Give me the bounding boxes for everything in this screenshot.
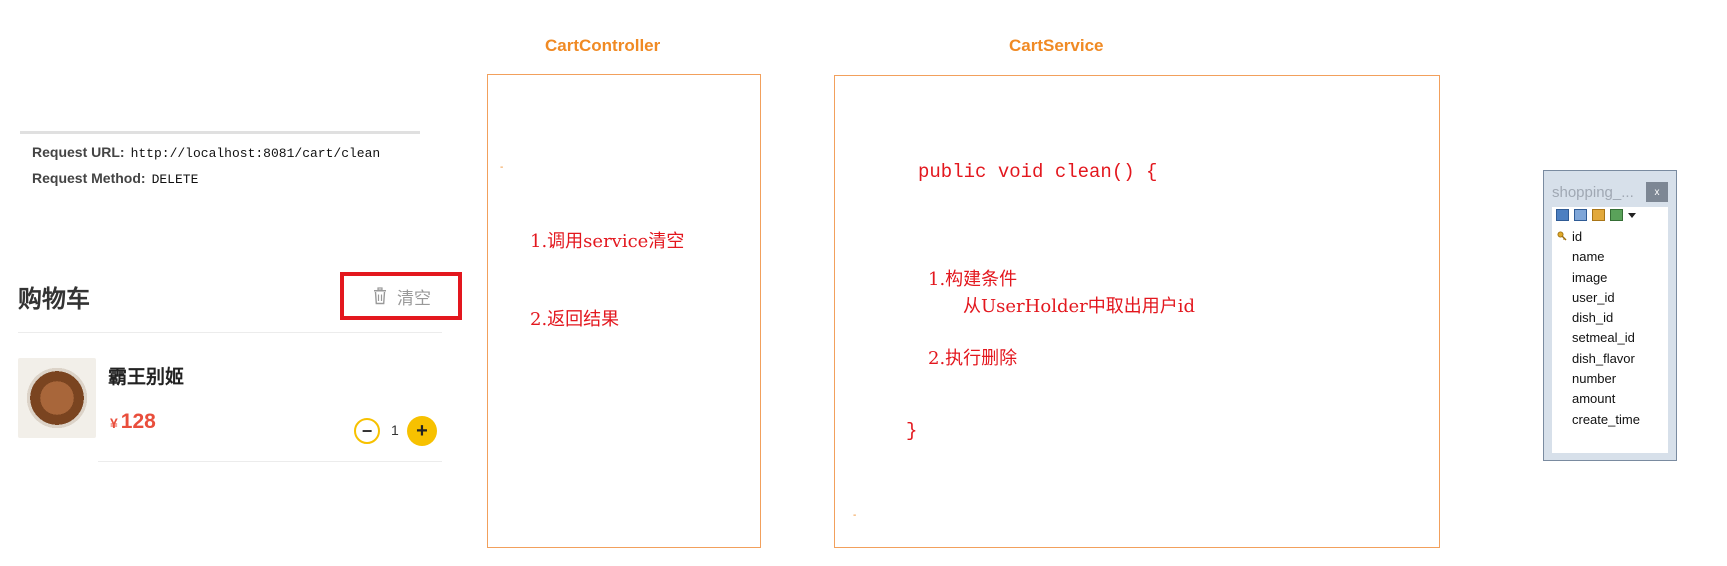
db-field[interactable]: image bbox=[1552, 268, 1640, 288]
service-step-1-detail: 从UserHolder中取出用户id bbox=[963, 296, 1196, 317]
service-title: CartService bbox=[1009, 36, 1104, 55]
trash-icon bbox=[374, 287, 386, 305]
table-export-icon[interactable] bbox=[1610, 209, 1623, 221]
clear-cart-label: 清空 bbox=[397, 288, 431, 308]
db-field-name: dish_id bbox=[1572, 310, 1614, 326]
price-value: 128 bbox=[120, 410, 156, 433]
controller-step-1: 1.调用service清空 bbox=[530, 231, 685, 252]
db-field[interactable]: id bbox=[1552, 227, 1640, 247]
db-toolbar bbox=[1556, 209, 1636, 221]
item-divider bbox=[98, 461, 442, 462]
controller-step-2: 2.返回结果 bbox=[530, 309, 620, 330]
db-field[interactable]: create_time bbox=[1552, 410, 1640, 430]
db-field-name: image bbox=[1572, 269, 1608, 285]
request-method-row: Request Method: DELETE bbox=[20, 166, 420, 192]
controller-box bbox=[487, 74, 761, 548]
db-field-name: name bbox=[1572, 249, 1605, 265]
db-field[interactable]: dish_id bbox=[1552, 308, 1640, 328]
request-method-value: DELETE bbox=[151, 172, 199, 187]
dish-image bbox=[18, 358, 96, 438]
db-field[interactable]: setmeal_id bbox=[1552, 328, 1640, 348]
table-copy-icon[interactable] bbox=[1574, 209, 1587, 221]
close-icon[interactable]: x bbox=[1646, 182, 1668, 202]
plus-icon[interactable]: + bbox=[407, 416, 437, 446]
db-field[interactable]: dish_flavor bbox=[1552, 349, 1640, 369]
controller-marker: - bbox=[500, 162, 504, 173]
request-url-label: Request URL: bbox=[32, 144, 125, 160]
dish-price: ¥128 bbox=[110, 410, 156, 434]
table-key-icon[interactable] bbox=[1592, 209, 1605, 221]
cart-divider bbox=[18, 332, 442, 333]
dropdown-arrow-icon[interactable] bbox=[1628, 212, 1636, 218]
service-marker: - bbox=[853, 510, 857, 521]
service-step-2: 2.执行删除 bbox=[928, 348, 1018, 369]
clear-cart-button[interactable]: 清空 bbox=[340, 272, 462, 320]
db-field-list: id name image user_id dish_id setmeal_id… bbox=[1552, 227, 1640, 430]
db-field[interactable]: name bbox=[1552, 247, 1640, 267]
cart-title: 购物车 bbox=[18, 286, 90, 313]
minus-icon[interactable]: − bbox=[354, 418, 380, 444]
db-field-list-panel: id name image user_id dish_id setmeal_id… bbox=[1552, 207, 1668, 453]
db-field-name: setmeal_id bbox=[1572, 330, 1635, 346]
controller-title: CartController bbox=[545, 36, 661, 55]
db-field[interactable]: number bbox=[1552, 369, 1640, 389]
service-signature: public void clean() { bbox=[918, 161, 1158, 183]
quantity-value: 1 bbox=[391, 422, 399, 438]
service-step-1: 1.构建条件 bbox=[928, 269, 1018, 290]
db-field[interactable]: amount bbox=[1552, 389, 1640, 409]
request-method-label: Request Method: bbox=[32, 170, 146, 186]
primary-key-icon bbox=[1557, 231, 1567, 241]
db-field-name: create_time bbox=[1572, 411, 1640, 427]
db-field-name: id bbox=[1572, 229, 1583, 244]
request-url-row: Request URL: http://localhost:8081/cart/c… bbox=[20, 140, 420, 166]
table-grid-icon[interactable] bbox=[1556, 209, 1569, 221]
db-table-window[interactable]: shopping_... x id name image user_id dis… bbox=[1543, 170, 1677, 461]
service-closing-brace: } bbox=[906, 420, 918, 442]
db-field-name: number bbox=[1572, 371, 1617, 387]
request-info-panel: Request URL: http://localhost:8081/cart/c… bbox=[20, 131, 420, 192]
db-field-name: user_id bbox=[1572, 289, 1615, 305]
db-field[interactable]: user_id bbox=[1552, 288, 1640, 308]
request-url-value: http://localhost:8081/cart/clean bbox=[130, 146, 381, 161]
dish-name: 霸王别姬 bbox=[108, 367, 185, 388]
currency-symbol: ¥ bbox=[110, 415, 118, 431]
db-field-name: amount bbox=[1572, 391, 1616, 407]
db-field-name: dish_flavor bbox=[1572, 350, 1635, 366]
db-table-title: shopping_... bbox=[1552, 184, 1634, 201]
